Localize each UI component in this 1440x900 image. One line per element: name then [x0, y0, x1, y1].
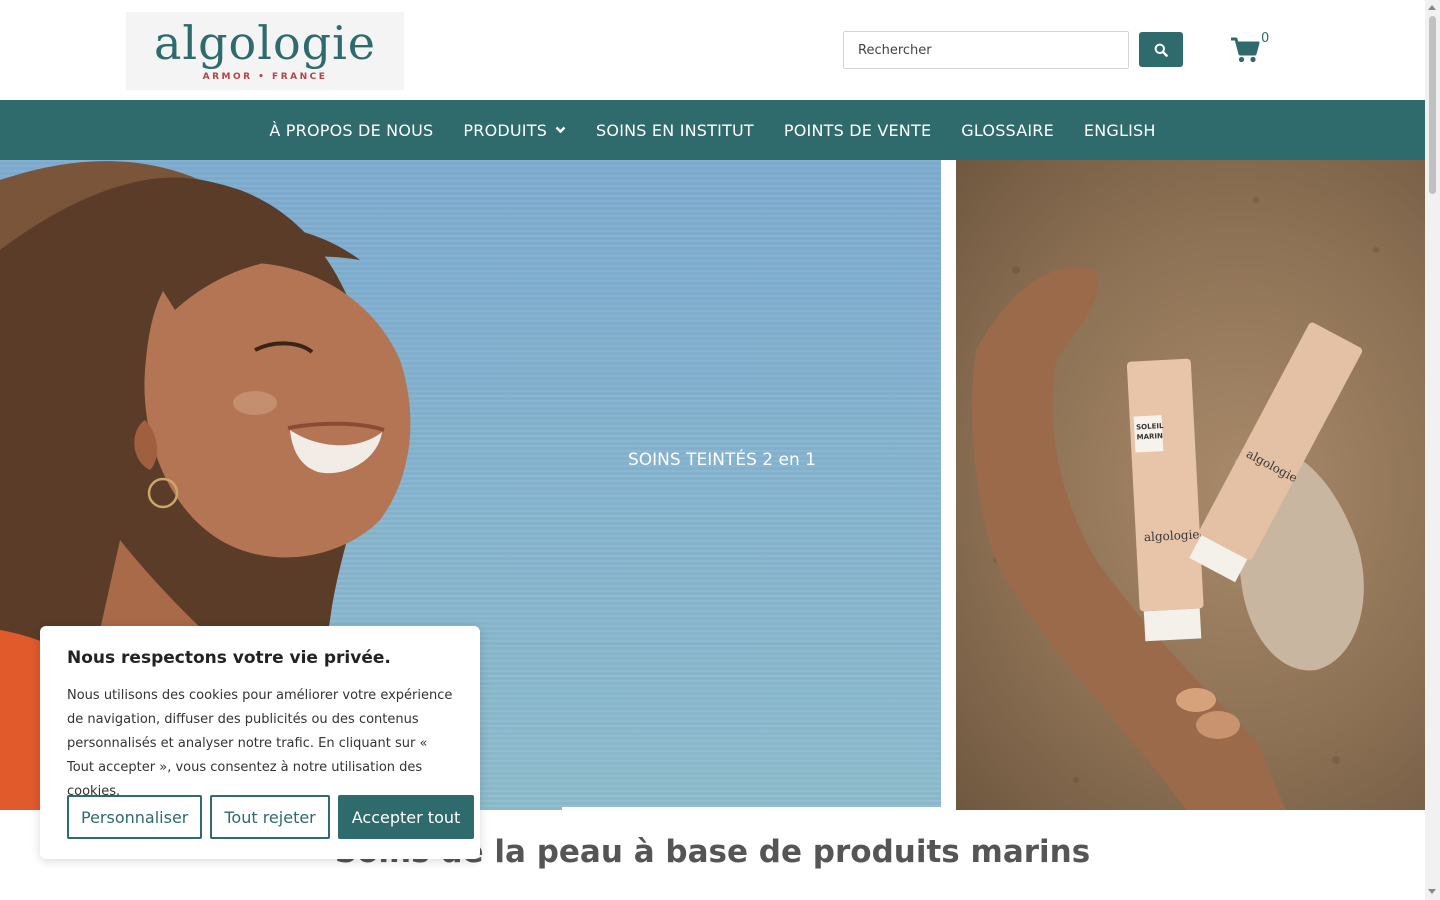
hero-image-right[interactable]: SOLEIL MARIN algologie algologie	[956, 160, 1425, 810]
search-button[interactable]	[1139, 32, 1183, 67]
site-logo[interactable]: algologie ARMOR • FRANCE	[126, 12, 404, 90]
search-input[interactable]	[843, 31, 1129, 69]
hero-caption: SOINS TEINTÉS 2 en 1	[628, 450, 816, 470]
customize-cookies-button[interactable]: Personnaliser	[67, 795, 203, 839]
nav-item-label: SOINS EN INSTITUT	[596, 120, 754, 140]
cookie-title: Nous respectons votre vie privée.	[67, 648, 391, 668]
svg-text:algologie: algologie	[1144, 527, 1200, 544]
page-scrollbar[interactable]	[1425, 0, 1440, 900]
nav-item-glossary[interactable]: GLOSSAIRE	[961, 121, 1054, 140]
chevron-down-icon	[555, 126, 566, 134]
svg-text:SOLEIL: SOLEIL	[1136, 422, 1164, 431]
logo-subtitle: ARMOR • FRANCE	[202, 72, 328, 82]
search-icon	[1154, 43, 1168, 57]
cart-count-badge: 0	[1261, 31, 1270, 46]
nav-item-label: ENGLISH	[1083, 120, 1156, 140]
cookie-description: Nous utilisons des cookies pour améliore…	[67, 688, 453, 799]
hero-divider	[562, 807, 941, 810]
main-navigation: À PROPOS DE NOUS PRODUITS SOINS EN INSTI…	[0, 100, 1425, 160]
scroll-down-arrow-icon[interactable]	[1428, 889, 1436, 894]
accept-all-cookies-button[interactable]: Accepter tout	[337, 795, 475, 839]
cart-button[interactable]	[1230, 36, 1262, 66]
svg-text:MARIN: MARIN	[1136, 432, 1163, 441]
scroll-up-arrow-icon[interactable]	[1428, 5, 1436, 10]
nav-item-label: POINTS DE VENTE	[783, 120, 932, 140]
shopping-cart-icon	[1231, 37, 1260, 63]
nav-item-label: PRODUITS	[463, 120, 548, 140]
logo-wordmark: algologie	[153, 16, 377, 70]
nav-item-products[interactable]: PRODUITS	[463, 121, 566, 140]
nav-item-about[interactable]: À PROPOS DE NOUS	[269, 121, 433, 140]
nav-item-english[interactable]: ENGLISH	[1084, 121, 1156, 140]
nav-item-label: À PROPOS DE NOUS	[269, 120, 434, 140]
scrollbar-thumb[interactable]	[1429, 16, 1436, 194]
nav-item-label: GLOSSAIRE	[961, 120, 1054, 140]
nav-item-institute-care[interactable]: SOINS EN INSTITUT	[596, 121, 754, 140]
cookie-consent-banner: Nous respectons votre vie privée. Nous u…	[40, 626, 480, 859]
nav-item-points-of-sale[interactable]: POINTS DE VENTE	[784, 121, 931, 140]
cookie-actions: Personnaliser Tout rejeter Accepter tout	[67, 795, 475, 839]
reject-all-cookies-button[interactable]: Tout rejeter	[210, 795, 330, 839]
site-header: algologie ARMOR • FRANCE 0	[0, 0, 1425, 100]
product-tubes-illustration: SOLEIL MARIN algologie algologie	[972, 197, 1379, 810]
